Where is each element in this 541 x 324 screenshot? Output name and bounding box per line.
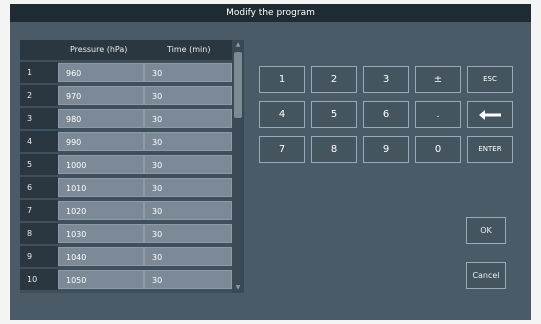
key-esc[interactable]: ESC — [467, 66, 513, 93]
time-column-header: Time (min) — [167, 45, 211, 54]
key-9[interactable]: 9 — [363, 136, 409, 163]
table-row[interactable]: 6 1010 30 — [20, 177, 232, 198]
time-cell[interactable]: 30 — [144, 224, 232, 243]
pressure-cell[interactable]: 1000 — [58, 155, 144, 174]
pressure-cell[interactable]: 1010 — [58, 178, 144, 197]
row-number: 6 — [20, 177, 58, 198]
pressure-cell[interactable]: 1040 — [58, 247, 144, 266]
time-cell[interactable]: 30 — [144, 155, 232, 174]
row-number: 8 — [20, 223, 58, 244]
scroll-thumb[interactable] — [234, 52, 242, 118]
scroll-up-arrow-icon[interactable]: ▲ — [232, 40, 244, 50]
key-backspace[interactable] — [467, 101, 513, 128]
pressure-column-header: Pressure (hPa) — [70, 45, 128, 54]
key-6[interactable]: 6 — [363, 101, 409, 128]
key-8[interactable]: 8 — [311, 136, 357, 163]
time-cell[interactable]: 30 — [144, 109, 232, 128]
row-number: 7 — [20, 200, 58, 221]
table-row[interactable]: 1 960 30 — [20, 62, 232, 83]
pressure-cell[interactable]: 980 — [58, 109, 144, 128]
cancel-button[interactable]: Cancel — [466, 262, 506, 289]
scroll-down-arrow-icon[interactable]: ▼ — [232, 283, 244, 293]
key-7[interactable]: 7 — [259, 136, 305, 163]
table-row[interactable]: 8 1030 30 — [20, 223, 232, 244]
pressure-cell[interactable]: 1050 — [58, 270, 144, 289]
time-cell[interactable]: 30 — [144, 86, 232, 105]
pressure-cell[interactable]: 1020 — [58, 201, 144, 220]
key-plus-minus[interactable]: ± — [415, 66, 461, 93]
time-cell[interactable]: 30 — [144, 132, 232, 151]
row-number: 10 — [20, 269, 58, 290]
table-row[interactable]: 4 990 30 — [20, 131, 232, 152]
row-number: 9 — [20, 246, 58, 267]
program-table: Pressure (hPa) Time (min) 1 960 30 2 970… — [20, 40, 244, 293]
window-title: Modify the program — [10, 4, 531, 22]
time-cell[interactable]: 30 — [144, 63, 232, 82]
table-row[interactable]: 9 1040 30 — [20, 246, 232, 267]
pressure-cell[interactable]: 970 — [58, 86, 144, 105]
ok-button[interactable]: OK — [466, 217, 506, 244]
row-number: 1 — [20, 62, 58, 83]
time-cell[interactable]: 30 — [144, 178, 232, 197]
table-row[interactable]: 3 980 30 — [20, 108, 232, 129]
table-header: Pressure (hPa) Time (min) — [20, 40, 232, 60]
row-number: 3 — [20, 108, 58, 129]
time-cell[interactable]: 30 — [144, 201, 232, 220]
key-enter[interactable]: ENTER — [467, 136, 513, 163]
key-dot[interactable]: . — [415, 101, 461, 128]
pressure-cell[interactable]: 990 — [58, 132, 144, 151]
row-number: 2 — [20, 85, 58, 106]
row-number: 4 — [20, 131, 58, 152]
table-row[interactable]: 2 970 30 — [20, 85, 232, 106]
pressure-cell[interactable]: 960 — [58, 63, 144, 82]
time-cell[interactable]: 30 — [144, 270, 232, 289]
key-1[interactable]: 1 — [259, 66, 305, 93]
key-2[interactable]: 2 — [311, 66, 357, 93]
backspace-arrow-icon — [479, 110, 501, 120]
table-scrollbar[interactable]: ▲ ▼ — [232, 40, 244, 293]
key-4[interactable]: 4 — [259, 101, 305, 128]
pressure-cell[interactable]: 1030 — [58, 224, 144, 243]
modify-program-window: Modify the program Pressure (hPa) Time (… — [10, 4, 531, 320]
key-0[interactable]: 0 — [415, 136, 461, 163]
key-3[interactable]: 3 — [363, 66, 409, 93]
time-cell[interactable]: 30 — [144, 247, 232, 266]
table-row[interactable]: 7 1020 30 — [20, 200, 232, 221]
table-row[interactable]: 5 1000 30 — [20, 154, 232, 175]
row-number: 5 — [20, 154, 58, 175]
table-row[interactable]: 10 1050 30 — [20, 269, 232, 290]
key-5[interactable]: 5 — [311, 101, 357, 128]
